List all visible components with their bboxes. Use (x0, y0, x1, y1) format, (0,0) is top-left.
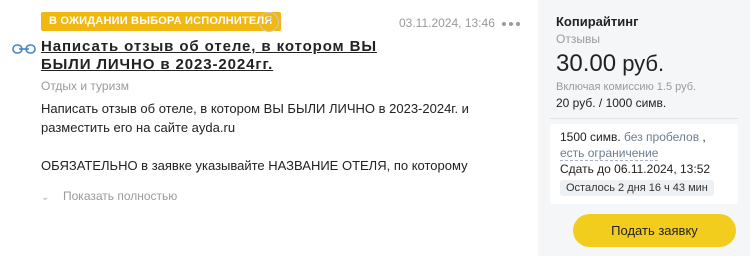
commission-text: Включая комиссию 1.5 руб. (556, 81, 697, 93)
task-main: В ОЖИДАНИИ ВЫБОРА ИСПОЛНИТЕЛЯ ? 03.11.20… (0, 0, 538, 256)
show-more-link[interactable]: ⌄ Показать полностью (41, 189, 177, 203)
submit-application-button[interactable]: Подать заявку (573, 214, 736, 247)
comma: , (702, 130, 706, 144)
limit-link[interactable]: есть ограничение (560, 146, 659, 161)
side-category: Копирайтинг (556, 14, 639, 29)
char-count-value: 1500 симв. (560, 130, 621, 144)
rate-text: 20 руб. / 1000 симв. (556, 96, 667, 110)
side-subcategory: Отзывы (556, 32, 600, 46)
task-title-link[interactable]: Написать отзыв об отеле, в котором ВЫ БЫ… (41, 38, 381, 74)
task-category: Отдых и туризм (41, 79, 130, 93)
no-spaces-label: без пробелов (624, 130, 700, 144)
description-line: Написать отзыв об отеле, в котором ВЫ БЫ… (41, 101, 469, 135)
chevron-down-icon: ⌄ (41, 192, 50, 203)
divider (550, 118, 738, 119)
description-line: ОБЯЗАТЕЛЬНО в заявке указывайте НАЗВАНИЕ… (41, 158, 468, 173)
price: 30.00 руб. (556, 50, 664, 78)
price-currency: руб. (622, 51, 665, 76)
status-badge: В ОЖИДАНИИ ВЫБОРА ИСПОЛНИТЕЛЯ (41, 12, 281, 31)
link-icon[interactable] (12, 44, 36, 54)
deadline-text: Сдать до 06.11.2024, 13:52 (560, 162, 711, 176)
more-dots-icon[interactable] (502, 22, 520, 26)
show-more-label: Показать полностью (63, 189, 178, 203)
task-date: 03.11.2024, 13:46 (399, 16, 495, 30)
task-card: В ОЖИДАНИИ ВЫБОРА ИСПОЛНИТЕЛЯ ? 03.11.20… (0, 0, 750, 256)
char-count: 1500 симв. без пробелов , (560, 130, 706, 144)
task-details-box: 1500 симв. без пробелов , есть ограничен… (550, 124, 738, 204)
price-value: 30.00 (556, 50, 617, 77)
task-description: Написать отзыв об отеле, в котором ВЫ БЫ… (41, 99, 481, 175)
help-icon[interactable]: ? (259, 12, 279, 32)
remaining-time-badge: Осталось 2 дня 16 ч 43 мин (560, 180, 714, 196)
task-side-panel: Копирайтинг Отзывы 30.00 руб. Включая ко… (538, 0, 750, 256)
